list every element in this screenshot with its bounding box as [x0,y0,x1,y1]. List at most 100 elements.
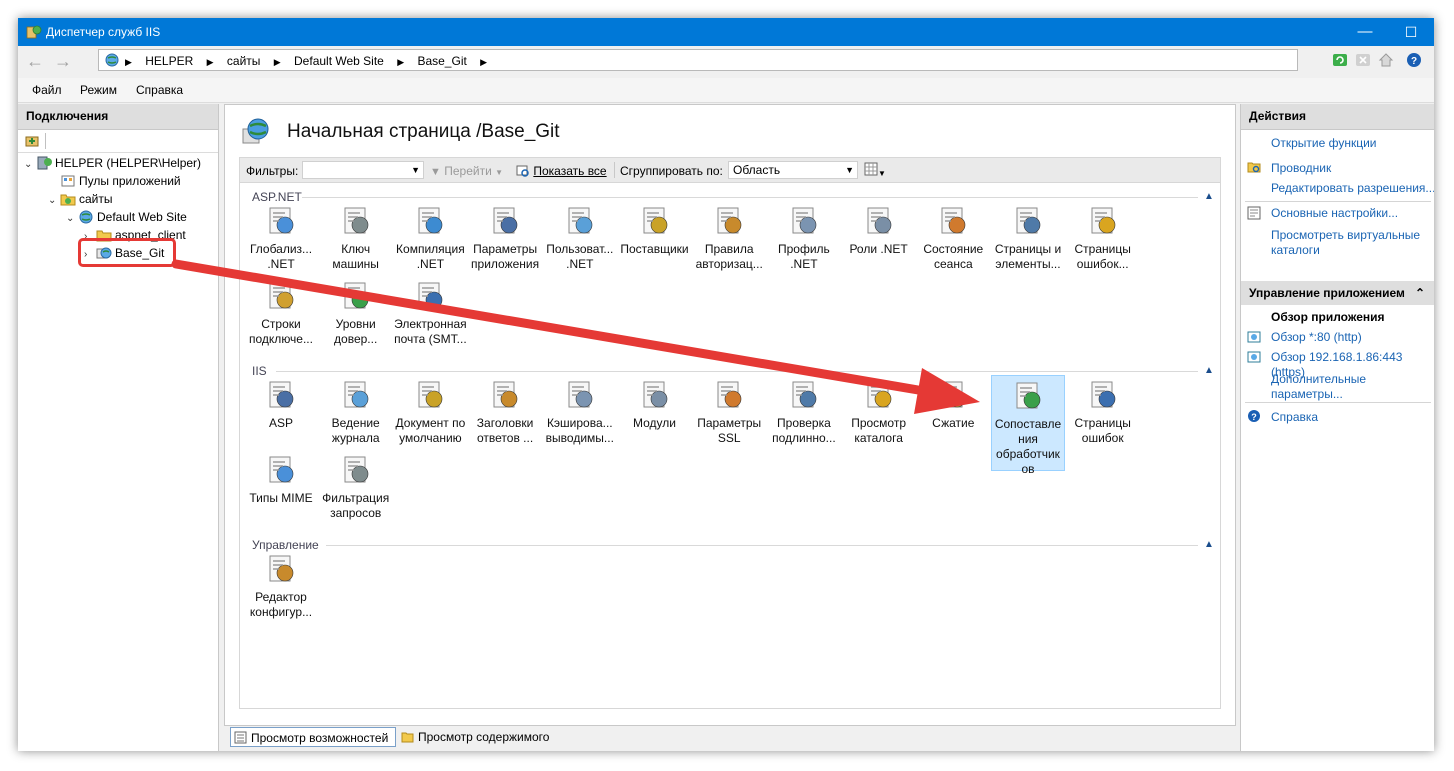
twisty[interactable]: ⌄ [66,210,78,228]
show-all-label: Показать все [533,164,607,178]
explorer-link[interactable]: Проводник [1271,161,1434,176]
feature-response-headers[interactable]: Заголовки ответов ... [468,375,542,471]
feature-label: Состояние сеанса [923,242,984,271]
collapse-icon[interactable]: ⌃ [1415,281,1425,305]
feature-label: Страницы и элементы... [994,242,1062,271]
browse-http-link[interactable]: Обзор *:80 (http) [1271,330,1434,345]
feature-session-state[interactable]: Состояние сеанса [916,201,990,297]
feature-error-pages[interactable]: Страницы ошибок... [1066,201,1140,297]
tree-item-sites[interactable]: ⌄ сайты [48,190,113,208]
tab-label: Просмотр возможностей [251,731,389,745]
feature-net-users[interactable]: Пользоват... .NET [543,201,617,297]
connection-strings-icon [269,282,294,309]
feature-label: Ключ машины [332,242,379,271]
feature-trust-levels[interactable]: Уровни довер... [319,276,393,372]
collapse-group-icon[interactable]: ▲ [1204,539,1214,550]
manage-app-header-label: Управление приложением [1249,286,1405,300]
help-icon: ? [1248,410,1260,422]
basic-settings-icon [1247,206,1261,220]
feature-request-filtering[interactable]: Фильтрация запросов [319,450,393,546]
feature-output-caching[interactable]: Кэширова... выводимы... [543,375,617,471]
forward-arrow-icon[interactable]: → [52,52,74,70]
explorer-icon [1247,162,1261,173]
browse-app-header: Обзор приложения [1271,310,1385,324]
feature-authorization-rules[interactable]: Правила авторизац... [692,201,766,297]
breadcrumb[interactable]: ▶ HELPER ▶ сайты ▶ Default Web Site ▶ Ba… [98,49,1298,71]
twisty[interactable]: ⌄ [24,156,36,174]
feature-handler-mappings[interactable]: Сопоставле ния обработчик ов [991,375,1065,476]
feature-pages-controls[interactable]: Страницы и элементы... [991,201,1065,297]
actions-divider [1245,402,1431,403]
filter-label: Фильтры: [246,164,299,178]
minimize-button[interactable]: — [1342,18,1388,46]
toolbar-divider [45,133,46,149]
tab-features-view[interactable]: Просмотр возможностей [230,727,396,747]
help-icon[interactable]: ? [1406,52,1422,68]
feature-smtp-email[interactable]: Электронная почта (SMT... [393,276,467,372]
refresh-icon[interactable] [1332,52,1348,68]
home-icon[interactable] [1378,52,1394,68]
maximize-button[interactable]: ☐ [1388,18,1434,46]
feature-compression[interactable]: Сжатие [916,375,990,471]
menu-help[interactable]: Справка [136,83,183,97]
feature-providers[interactable]: Поставщики [618,201,692,297]
smtp-email-icon [418,282,443,309]
feature-app-settings[interactable]: Параметры приложения [468,201,542,297]
tree-item-server[interactable]: ⌄ HELPER (HELPER\Helper) [24,154,201,172]
globalization-icon [269,207,294,234]
response-headers-icon [493,381,518,408]
feature-net-profile[interactable]: Профиль .NET [767,201,841,297]
tree-item-default-web-site[interactable]: ⌄ Default Web Site [66,208,187,226]
chevron-down-icon: ▼ [411,165,420,175]
open-feature-link[interactable]: Открытие функции [1271,136,1434,151]
tab-content-view[interactable]: Просмотр содержимого [398,727,568,747]
view-mode-button[interactable]: ▼ [864,162,886,179]
feature-label: Кэширова... выводимы... [545,416,614,445]
app-settings-icon [493,207,518,234]
default-document-icon [418,381,443,408]
collapse-group-icon[interactable]: ▲ [1204,365,1214,376]
pages-controls-icon [1016,207,1041,234]
feature-error-pages[interactable]: Страницы ошибок [1066,375,1140,471]
show-all-button[interactable]: Показать все [516,164,607,178]
feature-net-roles[interactable]: Роли .NET [842,201,916,297]
sites-folder-icon [60,194,76,206]
feature-directory-browsing[interactable]: Просмотр каталога [842,375,916,471]
twisty[interactable]: ⌄ [48,192,60,210]
feature-connection-strings[interactable]: Строки подключе... [244,276,318,372]
breadcrumb-item[interactable]: Default Web Site [294,54,384,68]
tree-item-app-pools[interactable]: Пулы приложений [48,172,181,190]
feature-authentication[interactable]: Проверка подлинно... [767,375,841,471]
help-link[interactable]: Справка [1271,410,1434,425]
breadcrumb-item[interactable]: сайты [227,54,261,68]
connect-icon[interactable] [24,133,40,149]
feature-default-document[interactable]: Документ по умолчанию [393,375,467,471]
menu-view[interactable]: Режим [80,83,117,97]
menu-file[interactable]: Файл [32,83,62,97]
manage-app-header: Управление приложением ⌃ [1241,281,1434,305]
actions-pane: Действия Открытие функции Проводник Реда… [1240,104,1434,751]
mime-types-icon [269,456,294,483]
feature-mime-types[interactable]: Типы MIME [244,450,318,546]
handler-mappings-icon [1016,382,1041,409]
feature-ssl-settings[interactable]: Параметры SSL [692,375,766,471]
back-arrow-icon[interactable]: ← [24,52,46,70]
breadcrumb-item[interactable]: Base_Git [417,54,466,68]
error-pages-icon [1091,381,1115,408]
stop-icon[interactable] [1355,52,1371,68]
filter-input[interactable]: ▼ [302,161,424,179]
edit-permissions-link[interactable]: Редактировать разрешения... [1271,181,1434,196]
feature-modules[interactable]: Модули [618,375,692,471]
advanced-settings-link[interactable]: Дополнительные параметры... [1271,372,1434,402]
group-by-select[interactable]: Область ▼ [728,161,858,179]
breadcrumb-item[interactable]: HELPER [145,54,193,68]
collapse-group-icon[interactable]: ▲ [1204,191,1214,202]
go-button[interactable]: ▼ Перейти ▼ [430,164,503,178]
modules-icon [643,381,667,408]
feature-config-editor[interactable]: Редактор конфигур... [244,549,318,645]
view-virtual-dirs-link[interactable]: Просмотреть виртуальные каталоги [1271,228,1434,258]
menu-bar: Файл Режим Справка [18,78,1434,103]
basic-settings-link[interactable]: Основные настройки... [1271,206,1434,221]
feature-label: Параметры приложения [471,242,540,271]
group-divider [276,371,1198,372]
